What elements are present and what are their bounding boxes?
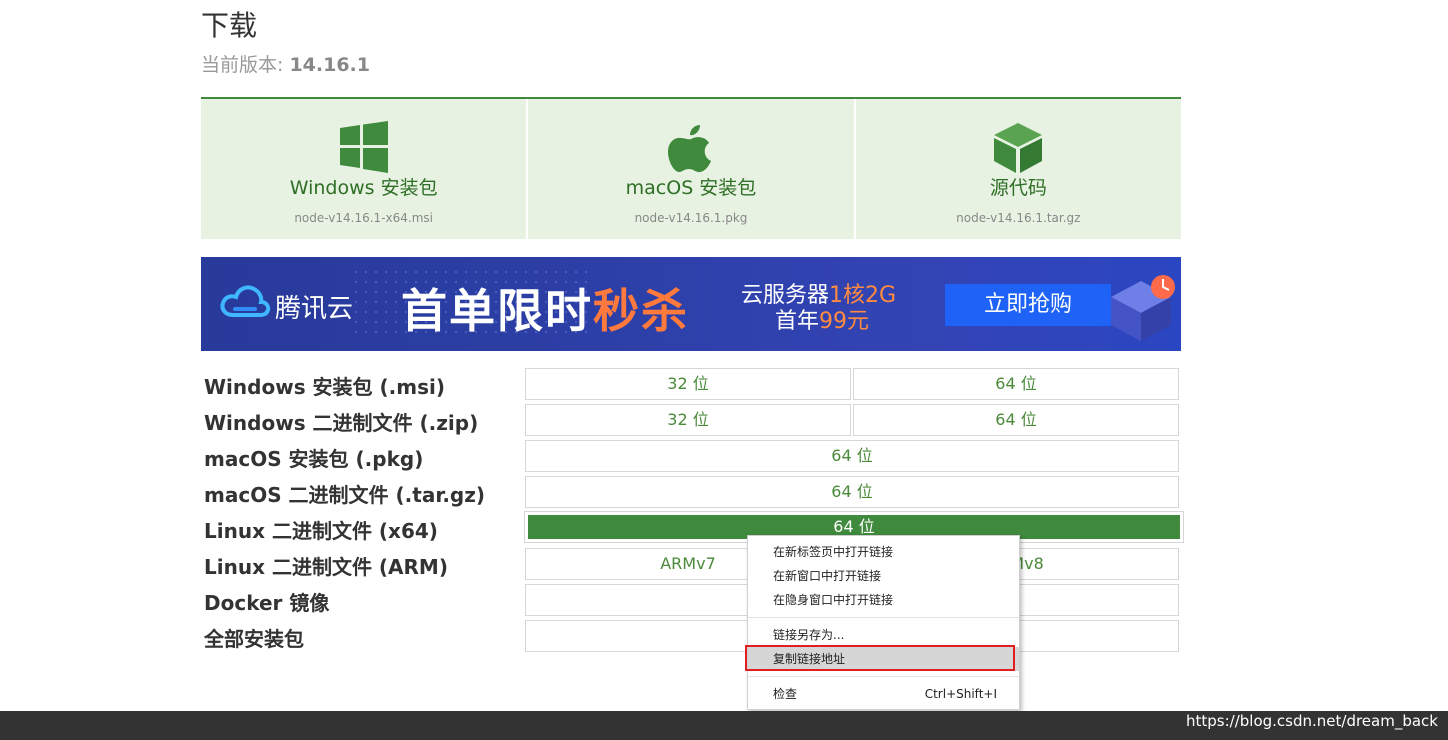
windows-installer-file: node-v14.16.1-x64.msi	[294, 211, 433, 225]
windows-msi-64bit-link[interactable]: 64 位	[853, 368, 1179, 400]
version-number: 14.16.1	[289, 54, 370, 76]
banner-slogan: 首单限时秒杀	[401, 275, 689, 341]
banner-brand: 腾讯云	[275, 294, 354, 324]
menu-separator	[748, 676, 1019, 677]
banner-spec2-text: 首年	[775, 309, 820, 334]
menu-open-incognito[interactable]: 在隐身窗口中打开链接	[748, 588, 1019, 612]
apple-icon	[667, 125, 711, 173]
macos-tar-64bit-link[interactable]: 64 位	[525, 476, 1179, 508]
source-box-icon	[994, 123, 1043, 173]
watermark-url: https://blog.csdn.net/dream_back	[1186, 712, 1438, 730]
menu-inspect-label: 检查	[773, 687, 798, 701]
menu-inspect-shortcut: Ctrl+Shift+I	[924, 687, 997, 701]
table-row: Windows 安装包 (.msi) 32 位 64 位	[201, 368, 1181, 400]
version-label: 当前版本:	[201, 54, 290, 76]
windows-msi-32bit-link[interactable]: 32 位	[525, 368, 851, 400]
windows-icon	[339, 121, 388, 173]
cloud-logo-icon	[220, 285, 271, 317]
table-row: macOS 二进制文件 (.tar.gz) 64 位	[201, 476, 1181, 508]
menu-save-link-as[interactable]: 链接另存为...	[748, 623, 1019, 647]
banner-slogan-highlight: 秒杀	[593, 284, 689, 338]
macos-installer-file: node-v14.16.1.pkg	[634, 211, 748, 225]
menu-open-new-tab[interactable]: 在新标签页中打开链接	[748, 540, 1019, 564]
source-code-file: node-v14.16.1.tar.gz	[956, 211, 1081, 225]
macos-pkg-64bit-link[interactable]: 64 位	[525, 440, 1179, 472]
macos-installer-label[interactable]: macOS 安装包	[528, 173, 853, 200]
banner-buy-button[interactable]: 立即抢购	[945, 284, 1111, 326]
current-version: 当前版本: 14.16.1	[201, 50, 370, 77]
table-row: Docker 镜像	[201, 584, 1181, 616]
highlight-box	[745, 645, 1015, 671]
footer-bar: https://blog.csdn.net/dream_back	[0, 711, 1448, 740]
row-label: 全部安装包	[204, 627, 304, 651]
table-row: Linux 二进制文件 (x64) 64 位	[201, 511, 1184, 544]
ad-banner[interactable]: 腾讯云 首单限时秒杀 云服务器1核2G 首年99元 立即抢购	[201, 257, 1181, 351]
server-cube-illustration	[1111, 275, 1175, 341]
download-source[interactable]: 源代码 node-v14.16.1.tar.gz	[853, 99, 1181, 239]
row-label: Linux 二进制文件 (ARM)	[204, 555, 448, 579]
download-windows[interactable]: Windows 安装包 node-v14.16.1-x64.msi	[201, 99, 526, 239]
row-label: macOS 安装包 (.pkg)	[204, 447, 424, 471]
page-title: 下载	[201, 9, 258, 42]
banner-spec2-highlight: 99元	[819, 309, 870, 334]
download-macos[interactable]: macOS 安装包 node-v14.16.1.pkg	[526, 99, 853, 239]
row-label: Docker 镜像	[204, 591, 330, 615]
table-row: Windows 二进制文件 (.zip) 32 位 64 位	[201, 404, 1181, 436]
windows-installer-label[interactable]: Windows 安装包	[201, 173, 526, 200]
table-row: 全部安装包	[201, 620, 1181, 652]
table-row: Linux 二进制文件 (ARM) ARMv7 ARMv8	[201, 548, 1181, 580]
row-label: Windows 安装包 (.msi)	[204, 375, 445, 399]
source-code-label[interactable]: 源代码	[856, 173, 1181, 200]
windows-zip-64bit-link[interactable]: 64 位	[853, 404, 1179, 436]
banner-spec-line2: 首年99元	[775, 303, 869, 335]
context-menu: 在新标签页中打开链接 在新窗口中打开链接 在隐身窗口中打开链接 链接另存为...…	[747, 535, 1020, 710]
menu-open-new-window[interactable]: 在新窗口中打开链接	[748, 564, 1019, 588]
row-label: macOS 二进制文件 (.tar.gz)	[204, 483, 486, 507]
row-label: Linux 二进制文件 (x64)	[204, 519, 438, 543]
banner-slogan-main: 首单限时	[401, 284, 593, 338]
windows-zip-32bit-link[interactable]: 32 位	[525, 404, 851, 436]
table-row: macOS 安装包 (.pkg) 64 位	[201, 440, 1181, 472]
menu-inspect[interactable]: 检查 Ctrl+Shift+I	[748, 682, 1019, 706]
row-label: Windows 二进制文件 (.zip)	[204, 411, 479, 435]
download-options: Windows 安装包 node-v14.16.1-x64.msi macOS …	[201, 97, 1181, 239]
menu-separator	[748, 617, 1019, 618]
